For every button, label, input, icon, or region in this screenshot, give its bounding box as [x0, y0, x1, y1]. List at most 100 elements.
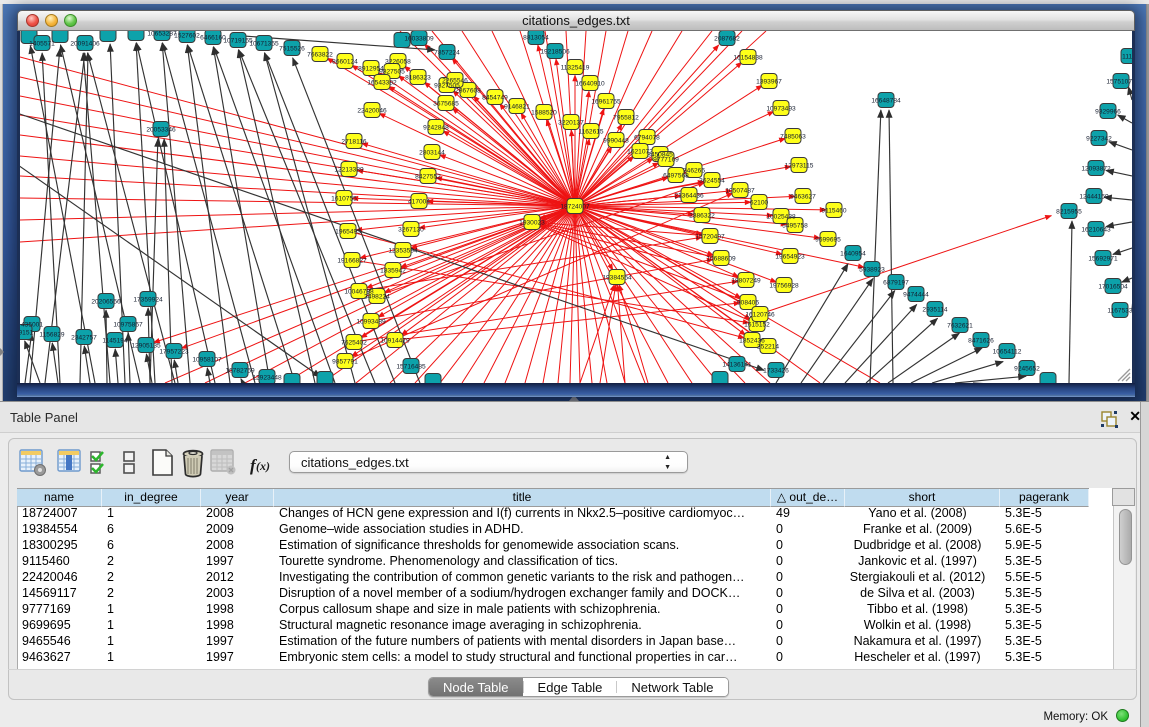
svg-text:12444159: 12444159 — [1079, 193, 1109, 200]
svg-text:8427552: 8427552 — [415, 173, 441, 180]
svg-text:7625402: 7625402 — [341, 339, 367, 346]
svg-text:10025438: 10025438 — [766, 213, 796, 220]
svg-text:16961755: 16961755 — [591, 98, 621, 105]
svg-text:1615152: 1615152 — [744, 321, 770, 328]
svg-text:16154838: 16154838 — [733, 54, 763, 61]
svg-text:417004: 417004 — [408, 198, 430, 205]
svg-text:10671355: 10671355 — [249, 40, 279, 47]
svg-text:12093872: 12093872 — [1081, 165, 1111, 172]
svg-text:1640954: 1640954 — [840, 250, 866, 257]
svg-text:2342757: 2342757 — [71, 334, 97, 341]
svg-text:12213389: 12213389 — [334, 166, 364, 173]
svg-text:9990448: 9990448 — [603, 137, 629, 144]
svg-text:9329966: 9329966 — [1095, 108, 1121, 115]
svg-text:8912954: 8912954 — [358, 65, 384, 72]
svg-text:9777169: 9777169 — [653, 156, 679, 163]
svg-text:1167533: 1167533 — [1107, 307, 1132, 314]
svg-text:8186323: 8186323 — [405, 74, 431, 81]
svg-text:9699695: 9699695 — [815, 236, 841, 243]
svg-text:9245652: 9245652 — [1014, 365, 1040, 372]
svg-text:2265546: 2265546 — [442, 77, 468, 84]
svg-text:2087682: 2087682 — [714, 35, 740, 42]
svg-text:3624554: 3624554 — [699, 177, 725, 184]
svg-text:6497568: 6497568 — [663, 172, 689, 179]
svg-text:2386322: 2386322 — [689, 212, 715, 219]
svg-text:7515526: 7515526 — [279, 45, 305, 52]
svg-text:3498224: 3498224 — [364, 293, 390, 300]
svg-text:1835942: 1835942 — [380, 267, 406, 274]
svg-text:8215955: 8215955 — [1056, 208, 1082, 215]
svg-text:16543382: 16543382 — [367, 79, 397, 86]
svg-text:17957223: 17957223 — [159, 348, 189, 355]
svg-text:3675685: 3675685 — [433, 100, 459, 107]
svg-text:2718116: 2718116 — [341, 138, 367, 145]
svg-text:11325419: 11325419 — [561, 64, 590, 71]
svg-text:908406: 908406 — [737, 299, 759, 306]
svg-text:10973493: 10973493 — [766, 105, 796, 112]
svg-text:1527602: 1527602 — [174, 32, 200, 39]
svg-text:7485063: 7485063 — [780, 133, 806, 140]
svg-text:21364436: 21364436 — [674, 192, 704, 199]
svg-text:15716485: 15716485 — [396, 363, 426, 370]
svg-text:16640910: 16640910 — [575, 80, 605, 87]
svg-text:16120746: 16120746 — [745, 311, 775, 318]
svg-text:(x): (x) — [256, 459, 270, 473]
svg-text:6794078: 6794078 — [634, 134, 660, 141]
svg-text:6466160: 6466160 — [200, 34, 226, 41]
svg-text:10507487: 10507487 — [725, 187, 755, 194]
svg-text:16782759: 16782759 — [225, 367, 255, 374]
svg-text:20206556: 20206556 — [91, 298, 121, 305]
svg-text:1588520: 1588520 — [531, 109, 557, 116]
svg-text:16648784: 16648784 — [871, 97, 901, 104]
svg-text:16210643: 16210643 — [1081, 226, 1111, 233]
svg-text:12905135: 12905135 — [131, 342, 161, 349]
svg-text:5495758: 5495758 — [782, 222, 808, 229]
svg-text:5938923: 5938923 — [859, 266, 885, 273]
svg-text:3267130: 3267130 — [398, 226, 424, 233]
svg-text:18807249: 18807249 — [731, 277, 761, 284]
svg-text:9474444: 9474444 — [903, 291, 929, 298]
svg-text:39151: 39151 — [20, 329, 33, 336]
svg-text:2803144: 2803144 — [419, 149, 445, 156]
svg-text:1930023: 1930023 — [519, 219, 545, 226]
svg-text:1156829: 1156829 — [39, 331, 65, 338]
svg-text:6879197: 6879197 — [883, 279, 909, 286]
svg-text:1965493: 1965493 — [335, 228, 361, 235]
svg-text:10958107: 10958107 — [192, 356, 222, 363]
svg-text:435001: 435001 — [21, 321, 43, 328]
svg-text:12353594: 12353594 — [388, 247, 418, 254]
svg-text:10914479: 10914479 — [380, 337, 410, 344]
svg-text:17016504: 17016504 — [1098, 283, 1128, 290]
svg-text:8813054: 8813054 — [523, 34, 549, 41]
svg-text:7632621: 7632621 — [947, 322, 973, 329]
svg-text:7857224: 7857224 — [434, 49, 460, 56]
svg-text:9242848: 9242848 — [423, 124, 449, 131]
svg-text:62100: 62100 — [750, 199, 769, 206]
svg-text:17359924: 17359924 — [133, 296, 163, 303]
svg-text:22420046: 22420046 — [357, 107, 387, 114]
svg-text:1405571: 1405571 — [29, 40, 55, 47]
svg-text:9146821: 9146821 — [504, 103, 530, 110]
svg-text:7955812: 7955812 — [613, 114, 639, 121]
svg-text:19654923: 19654923 — [775, 253, 805, 260]
svg-text:1162615: 1162615 — [578, 128, 604, 135]
svg-text:9227342: 9227342 — [1086, 135, 1112, 142]
svg-text:18724007: 18724007 — [560, 203, 590, 210]
svg-text:19166827: 19166827 — [337, 257, 367, 264]
svg-text:8660124: 8660124 — [332, 58, 358, 65]
svg-text:16033809: 16033809 — [404, 35, 434, 42]
svg-text:15751074: 15751074 — [1106, 78, 1132, 85]
svg-text:12973115: 12973115 — [785, 162, 814, 169]
svg-text:10975867: 10975867 — [113, 321, 143, 328]
svg-text:15720407: 15720407 — [695, 233, 725, 240]
svg-text:10993489: 10993489 — [356, 318, 386, 325]
svg-text:19384554: 19384554 — [602, 274, 632, 281]
svg-text:8454749: 8454749 — [482, 94, 508, 101]
svg-text:20053346: 20053346 — [146, 126, 176, 133]
svg-text:3226058: 3226058 — [385, 58, 411, 65]
svg-text:10654112: 10654112 — [993, 348, 1022, 355]
svg-text:9857791: 9857791 — [332, 358, 358, 365]
svg-text:10688609: 10688609 — [706, 255, 736, 262]
svg-text:15692971: 15692971 — [1088, 255, 1118, 262]
svg-text:20091406: 20091406 — [70, 40, 100, 47]
